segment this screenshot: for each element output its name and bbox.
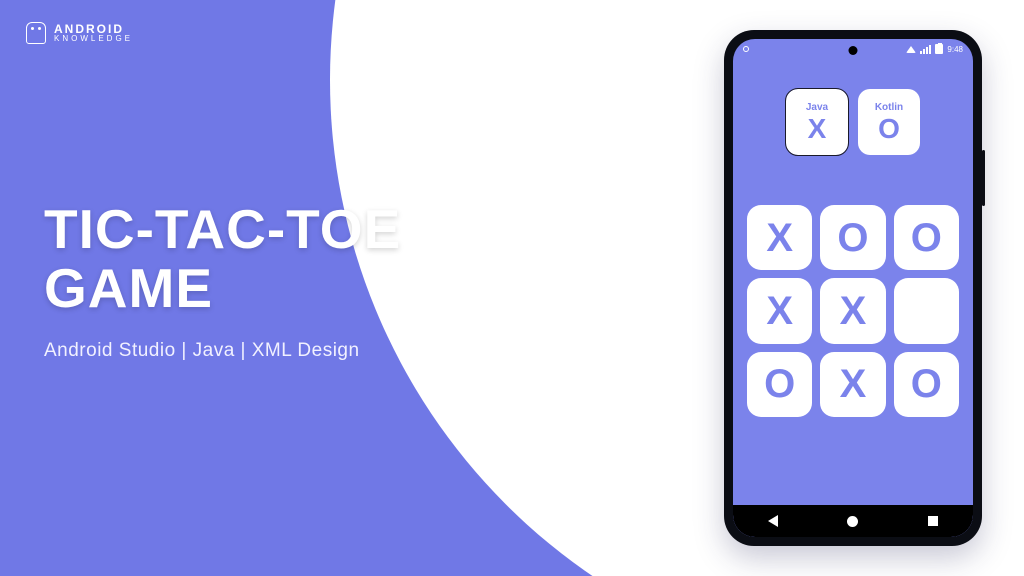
player-card-java[interactable]: Java X	[786, 89, 848, 155]
camera-hole-icon	[849, 46, 858, 55]
player-symbol-o: O	[878, 115, 900, 143]
player-label: Java	[806, 102, 828, 113]
nav-home-icon[interactable]	[847, 516, 858, 527]
board-cell-0-1[interactable]: O	[820, 205, 885, 270]
brand-logo: ANDROID KNOWLEDGE	[26, 22, 133, 44]
board-cell-0-0[interactable]: X	[747, 205, 812, 270]
nav-recent-icon[interactable]	[928, 516, 938, 526]
mark: O	[764, 364, 795, 404]
player-symbol-x: X	[808, 115, 827, 143]
signal-icon	[920, 45, 931, 54]
board-cell-1-2[interactable]	[894, 278, 959, 343]
status-time: 9:48	[947, 45, 963, 54]
board-cell-2-2[interactable]: O	[894, 352, 959, 417]
player-row: Java X Kotlin O	[747, 89, 959, 155]
app-body: Java X Kotlin O X O O X X O X	[733, 59, 973, 505]
mark: X	[840, 291, 867, 331]
board-cell-2-1[interactable]: X	[820, 352, 885, 417]
mark: O	[837, 218, 868, 258]
wifi-icon	[906, 46, 916, 53]
mark: X	[766, 218, 793, 258]
android-icon	[26, 22, 46, 44]
mark: O	[911, 218, 942, 258]
subline-text: Android Studio | Java | XML Design	[44, 340, 360, 362]
board-cell-1-1[interactable]: X	[820, 278, 885, 343]
mark: X	[840, 364, 867, 404]
board-cell-2-0[interactable]: O	[747, 352, 812, 417]
mark: O	[911, 364, 942, 404]
status-dot-icon	[743, 46, 749, 52]
nav-back-icon[interactable]	[768, 515, 778, 527]
game-board: X O O X X O X O	[747, 205, 959, 417]
phone-frame: 9:48 Java X Kotlin O X O	[724, 30, 982, 546]
brand-line2: KNOWLEDGE	[54, 35, 133, 43]
board-cell-1-0[interactable]: X	[747, 278, 812, 343]
battery-icon	[935, 44, 943, 54]
player-card-kotlin[interactable]: Kotlin O	[858, 89, 920, 155]
player-label: Kotlin	[875, 102, 903, 113]
phone-screen: 9:48 Java X Kotlin O X O	[733, 39, 973, 537]
android-navbar	[733, 505, 973, 537]
thumbnail-stage: ANDROID KNOWLEDGE TIC-TAC-TOE GAME Andro…	[0, 0, 1024, 576]
mark: X	[766, 291, 793, 331]
headline-text: TIC-TAC-TOE GAME	[44, 200, 401, 319]
board-cell-0-2[interactable]: O	[894, 205, 959, 270]
phone-power-button	[982, 150, 985, 206]
